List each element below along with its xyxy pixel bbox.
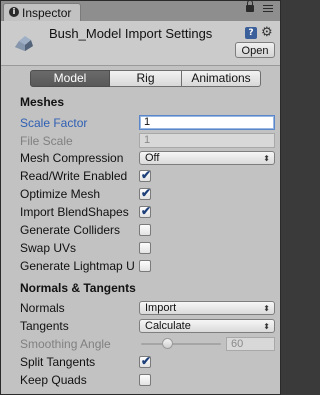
read-write-label: Read/Write Enabled — [20, 169, 128, 183]
check-icon: ✔ — [141, 204, 152, 218]
import-blendshapes-checkbox[interactable]: ✔ — [139, 204, 152, 218]
page-title: Bush_Model Import Settings — [49, 26, 213, 41]
split-tangents-label: Split Tangents — [20, 355, 96, 369]
swap-uvs-checkbox[interactable] — [139, 242, 151, 254]
dropdown-arrow-icon: ⬍ — [263, 304, 270, 313]
tab-animations[interactable]: Animations — [182, 70, 261, 87]
normals-value: Import — [145, 302, 177, 314]
section-meshes: Meshes — [20, 95, 65, 109]
tangents-value: Calculate — [145, 320, 191, 332]
tab-bar: i Inspector — [1, 1, 280, 21]
menu-icon[interactable] — [263, 5, 273, 15]
check-icon: ✔ — [141, 168, 152, 182]
check-icon: ✔ — [141, 186, 152, 200]
generate-lightmap-uvs-checkbox[interactable] — [139, 260, 151, 272]
inspector-window: i Inspector Bush_Model Import Settings ?… — [0, 0, 281, 395]
tab-inspector-label: Inspector — [22, 6, 72, 20]
split-tangents-checkbox[interactable]: ✔ — [139, 354, 152, 368]
mesh-compression-dropdown[interactable]: Off ⬍ — [139, 151, 275, 165]
optimize-mesh-checkbox[interactable]: ✔ — [139, 186, 152, 200]
tab-model[interactable]: Model — [30, 70, 110, 87]
open-button[interactable]: Open — [235, 42, 275, 58]
mesh-compression-value: Off — [145, 152, 160, 164]
mesh-compression-label: Mesh Compression — [20, 151, 124, 165]
smoothing-angle-field: 60 — [226, 337, 275, 351]
scale-factor-label: Scale Factor — [20, 116, 88, 130]
swap-uvs-label: Swap UVs — [20, 241, 77, 255]
generate-lightmap-uvs-label: Generate Lightmap U — [20, 259, 135, 273]
smoothing-angle-slider-handle — [161, 338, 173, 349]
keep-quads-checkbox[interactable] — [139, 374, 151, 386]
normals-label: Normals — [20, 301, 65, 315]
model-icon — [15, 36, 33, 51]
info-icon: i — [9, 7, 19, 17]
lock-icon[interactable] — [246, 1, 254, 12]
generate-colliders-checkbox[interactable] — [139, 224, 151, 236]
smoothing-angle-label: Smoothing Angle — [20, 337, 111, 351]
dropdown-arrow-icon: ⬍ — [263, 322, 270, 331]
section-normals-tangents: Normals & Tangents — [20, 281, 136, 295]
import-settings-header: Bush_Model Import Settings ? ⚙ Open — [1, 21, 280, 66]
file-scale-field: 1 — [139, 133, 275, 148]
help-icon[interactable]: ? — [245, 27, 257, 39]
check-icon: ✔ — [141, 354, 152, 368]
read-write-checkbox[interactable]: ✔ — [139, 168, 152, 182]
file-scale-label: File Scale — [20, 134, 73, 148]
import-blendshapes-label: Import BlendShapes — [20, 205, 129, 219]
tangents-dropdown[interactable]: Calculate ⬍ — [139, 319, 275, 333]
optimize-mesh-label: Optimize Mesh — [20, 187, 101, 201]
dropdown-arrow-icon: ⬍ — [263, 154, 270, 163]
keep-quads-label: Keep Quads — [20, 373, 87, 387]
tab-rig[interactable]: Rig — [110, 70, 182, 87]
scale-factor-input[interactable]: 1 — [139, 115, 275, 130]
tangents-label: Tangents — [20, 319, 69, 333]
gear-icon[interactable]: ⚙ — [261, 25, 275, 39]
tab-inspector[interactable]: i Inspector — [3, 3, 81, 21]
normals-dropdown[interactable]: Import ⬍ — [139, 301, 275, 315]
generate-colliders-label: Generate Colliders — [20, 223, 121, 237]
import-tabs: Model Rig Animations — [30, 70, 261, 87]
smoothing-angle-slider-track — [141, 343, 221, 345]
